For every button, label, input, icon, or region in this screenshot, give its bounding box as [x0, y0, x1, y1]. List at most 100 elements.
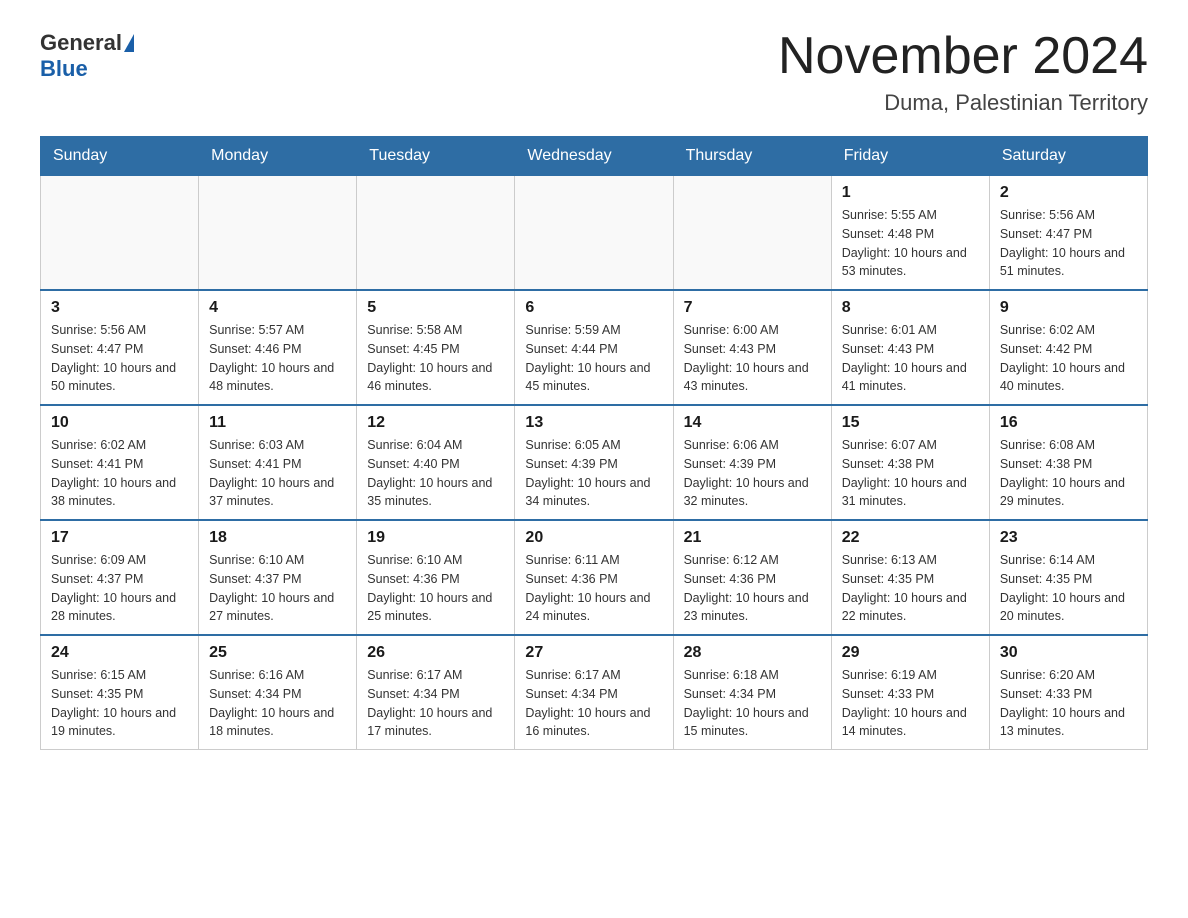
calendar-cell: 14 Sunrise: 6:06 AMSunset: 4:39 PMDayligh… [673, 405, 831, 520]
day-number: 7 [684, 299, 821, 317]
day-number: 22 [842, 529, 979, 547]
day-header-sunday: Sunday [41, 137, 199, 176]
day-number: 8 [842, 299, 979, 317]
day-info: Sunrise: 6:10 AMSunset: 4:36 PMDaylight:… [367, 551, 504, 626]
day-number: 6 [525, 299, 662, 317]
day-number: 20 [525, 529, 662, 547]
calendar-cell: 22 Sunrise: 6:13 AMSunset: 4:35 PMDayligh… [831, 520, 989, 635]
calendar-cell: 3 Sunrise: 5:56 AMSunset: 4:47 PMDaylight… [41, 290, 199, 405]
calendar-cell: 30 Sunrise: 6:20 AMSunset: 4:33 PMDayligh… [989, 635, 1147, 750]
calendar-cell: 26Sunrise: 6:17 AMSunset: 4:34 PMDayligh… [357, 635, 515, 750]
day-header-thursday: Thursday [673, 137, 831, 176]
day-number: 26 [367, 644, 504, 662]
calendar-cell: 20 Sunrise: 6:11 AMSunset: 4:36 PMDayligh… [515, 520, 673, 635]
day-info: Sunrise: 6:09 AMSunset: 4:37 PMDaylight:… [51, 551, 188, 626]
calendar-week-row: 3 Sunrise: 5:56 AMSunset: 4:47 PMDaylight… [41, 290, 1148, 405]
day-number: 21 [684, 529, 821, 547]
day-number: 24 [51, 644, 188, 662]
calendar-cell: 19 Sunrise: 6:10 AMSunset: 4:36 PMDayligh… [357, 520, 515, 635]
day-number: 10 [51, 414, 188, 432]
calendar-week-row: 10 Sunrise: 6:02 AMSunset: 4:41 PMDayligh… [41, 405, 1148, 520]
day-number: 15 [842, 414, 979, 432]
day-number: 29 [842, 644, 979, 662]
month-title: November 2024 [778, 30, 1148, 82]
day-info: Sunrise: 6:02 AMSunset: 4:42 PMDaylight:… [1000, 321, 1137, 396]
calendar-week-row: 17Sunrise: 6:09 AMSunset: 4:37 PMDayligh… [41, 520, 1148, 635]
day-number: 25 [209, 644, 346, 662]
day-header-saturday: Saturday [989, 137, 1147, 176]
calendar-cell: 6 Sunrise: 5:59 AMSunset: 4:44 PMDaylight… [515, 290, 673, 405]
day-info: Sunrise: 5:56 AMSunset: 4:47 PMDaylight:… [1000, 206, 1137, 281]
calendar-cell [357, 176, 515, 291]
calendar-cell: 7 Sunrise: 6:00 AMSunset: 4:43 PMDaylight… [673, 290, 831, 405]
day-header-wednesday: Wednesday [515, 137, 673, 176]
day-info: Sunrise: 6:06 AMSunset: 4:39 PMDaylight:… [684, 436, 821, 511]
calendar-cell [41, 176, 199, 291]
day-info: Sunrise: 6:02 AMSunset: 4:41 PMDaylight:… [51, 436, 188, 511]
day-info: Sunrise: 6:19 AMSunset: 4:33 PMDaylight:… [842, 666, 979, 741]
day-info: Sunrise: 6:13 AMSunset: 4:35 PMDaylight:… [842, 551, 979, 626]
calendar-cell [515, 176, 673, 291]
calendar-cell: 1 Sunrise: 5:55 AMSunset: 4:48 PMDaylight… [831, 176, 989, 291]
calendar-cell: 12 Sunrise: 6:04 AMSunset: 4:40 PMDayligh… [357, 405, 515, 520]
day-info: Sunrise: 6:17 AMSunset: 4:34 PMDaylight:… [525, 666, 662, 741]
calendar-cell: 8 Sunrise: 6:01 AMSunset: 4:43 PMDaylight… [831, 290, 989, 405]
day-number: 12 [367, 414, 504, 432]
logo-triangle-icon [124, 34, 134, 52]
day-number: 19 [367, 529, 504, 547]
day-number: 27 [525, 644, 662, 662]
location-title: Duma, Palestinian Territory [778, 90, 1148, 116]
calendar-cell: 21 Sunrise: 6:12 AMSunset: 4:36 PMDayligh… [673, 520, 831, 635]
calendar-cell: 23Sunrise: 6:14 AMSunset: 4:35 PMDayligh… [989, 520, 1147, 635]
day-info: Sunrise: 6:18 AMSunset: 4:34 PMDaylight:… [684, 666, 821, 741]
day-number: 9 [1000, 299, 1137, 317]
day-info: Sunrise: 6:20 AMSunset: 4:33 PMDaylight:… [1000, 666, 1137, 741]
day-info: Sunrise: 5:57 AMSunset: 4:46 PMDaylight:… [209, 321, 346, 396]
calendar-header-row: SundayMondayTuesdayWednesdayThursdayFrid… [41, 137, 1148, 176]
day-number: 18 [209, 529, 346, 547]
calendar-cell [199, 176, 357, 291]
day-info: Sunrise: 6:16 AMSunset: 4:34 PMDaylight:… [209, 666, 346, 741]
day-info: Sunrise: 6:10 AMSunset: 4:37 PMDaylight:… [209, 551, 346, 626]
day-number: 28 [684, 644, 821, 662]
logo: General Blue [40, 30, 136, 82]
day-info: Sunrise: 6:15 AMSunset: 4:35 PMDaylight:… [51, 666, 188, 741]
calendar-cell [673, 176, 831, 291]
page-header: General Blue November 2024 Duma, Palesti… [40, 30, 1148, 116]
day-number: 14 [684, 414, 821, 432]
calendar-cell: 9 Sunrise: 6:02 AMSunset: 4:42 PMDaylight… [989, 290, 1147, 405]
day-number: 16 [1000, 414, 1137, 432]
day-number: 1 [842, 184, 979, 202]
calendar-cell: 4 Sunrise: 5:57 AMSunset: 4:46 PMDaylight… [199, 290, 357, 405]
day-info: Sunrise: 6:00 AMSunset: 4:43 PMDaylight:… [684, 321, 821, 396]
day-info: Sunrise: 5:55 AMSunset: 4:48 PMDaylight:… [842, 206, 979, 281]
calendar-cell: 10 Sunrise: 6:02 AMSunset: 4:41 PMDayligh… [41, 405, 199, 520]
day-number: 3 [51, 299, 188, 317]
day-number: 13 [525, 414, 662, 432]
calendar-cell: 17Sunrise: 6:09 AMSunset: 4:37 PMDayligh… [41, 520, 199, 635]
day-info: Sunrise: 6:12 AMSunset: 4:36 PMDaylight:… [684, 551, 821, 626]
day-info: Sunrise: 6:01 AMSunset: 4:43 PMDaylight:… [842, 321, 979, 396]
day-info: Sunrise: 5:58 AMSunset: 4:45 PMDaylight:… [367, 321, 504, 396]
calendar-week-row: 1 Sunrise: 5:55 AMSunset: 4:48 PMDaylight… [41, 176, 1148, 291]
day-info: Sunrise: 6:08 AMSunset: 4:38 PMDaylight:… [1000, 436, 1137, 511]
day-number: 30 [1000, 644, 1137, 662]
calendar-cell: 24 Sunrise: 6:15 AMSunset: 4:35 PMDayligh… [41, 635, 199, 750]
day-number: 4 [209, 299, 346, 317]
calendar-cell: 15Sunrise: 6:07 AMSunset: 4:38 PMDayligh… [831, 405, 989, 520]
day-info: Sunrise: 6:04 AMSunset: 4:40 PMDaylight:… [367, 436, 504, 511]
calendar-cell: 11 Sunrise: 6:03 AMSunset: 4:41 PMDayligh… [199, 405, 357, 520]
day-number: 2 [1000, 184, 1137, 202]
day-info: Sunrise: 5:59 AMSunset: 4:44 PMDaylight:… [525, 321, 662, 396]
day-info: Sunrise: 5:56 AMSunset: 4:47 PMDaylight:… [51, 321, 188, 396]
calendar-cell: 25 Sunrise: 6:16 AMSunset: 4:34 PMDayligh… [199, 635, 357, 750]
day-info: Sunrise: 6:05 AMSunset: 4:39 PMDaylight:… [525, 436, 662, 511]
day-number: 11 [209, 414, 346, 432]
calendar-cell: 29 Sunrise: 6:19 AMSunset: 4:33 PMDayligh… [831, 635, 989, 750]
day-info: Sunrise: 6:11 AMSunset: 4:36 PMDaylight:… [525, 551, 662, 626]
calendar-cell: 13 Sunrise: 6:05 AMSunset: 4:39 PMDayligh… [515, 405, 673, 520]
calendar-cell: 16 Sunrise: 6:08 AMSunset: 4:38 PMDayligh… [989, 405, 1147, 520]
calendar-cell: 5Sunrise: 5:58 AMSunset: 4:45 PMDaylight… [357, 290, 515, 405]
day-info: Sunrise: 6:03 AMSunset: 4:41 PMDaylight:… [209, 436, 346, 511]
calendar-week-row: 24 Sunrise: 6:15 AMSunset: 4:35 PMDayligh… [41, 635, 1148, 750]
